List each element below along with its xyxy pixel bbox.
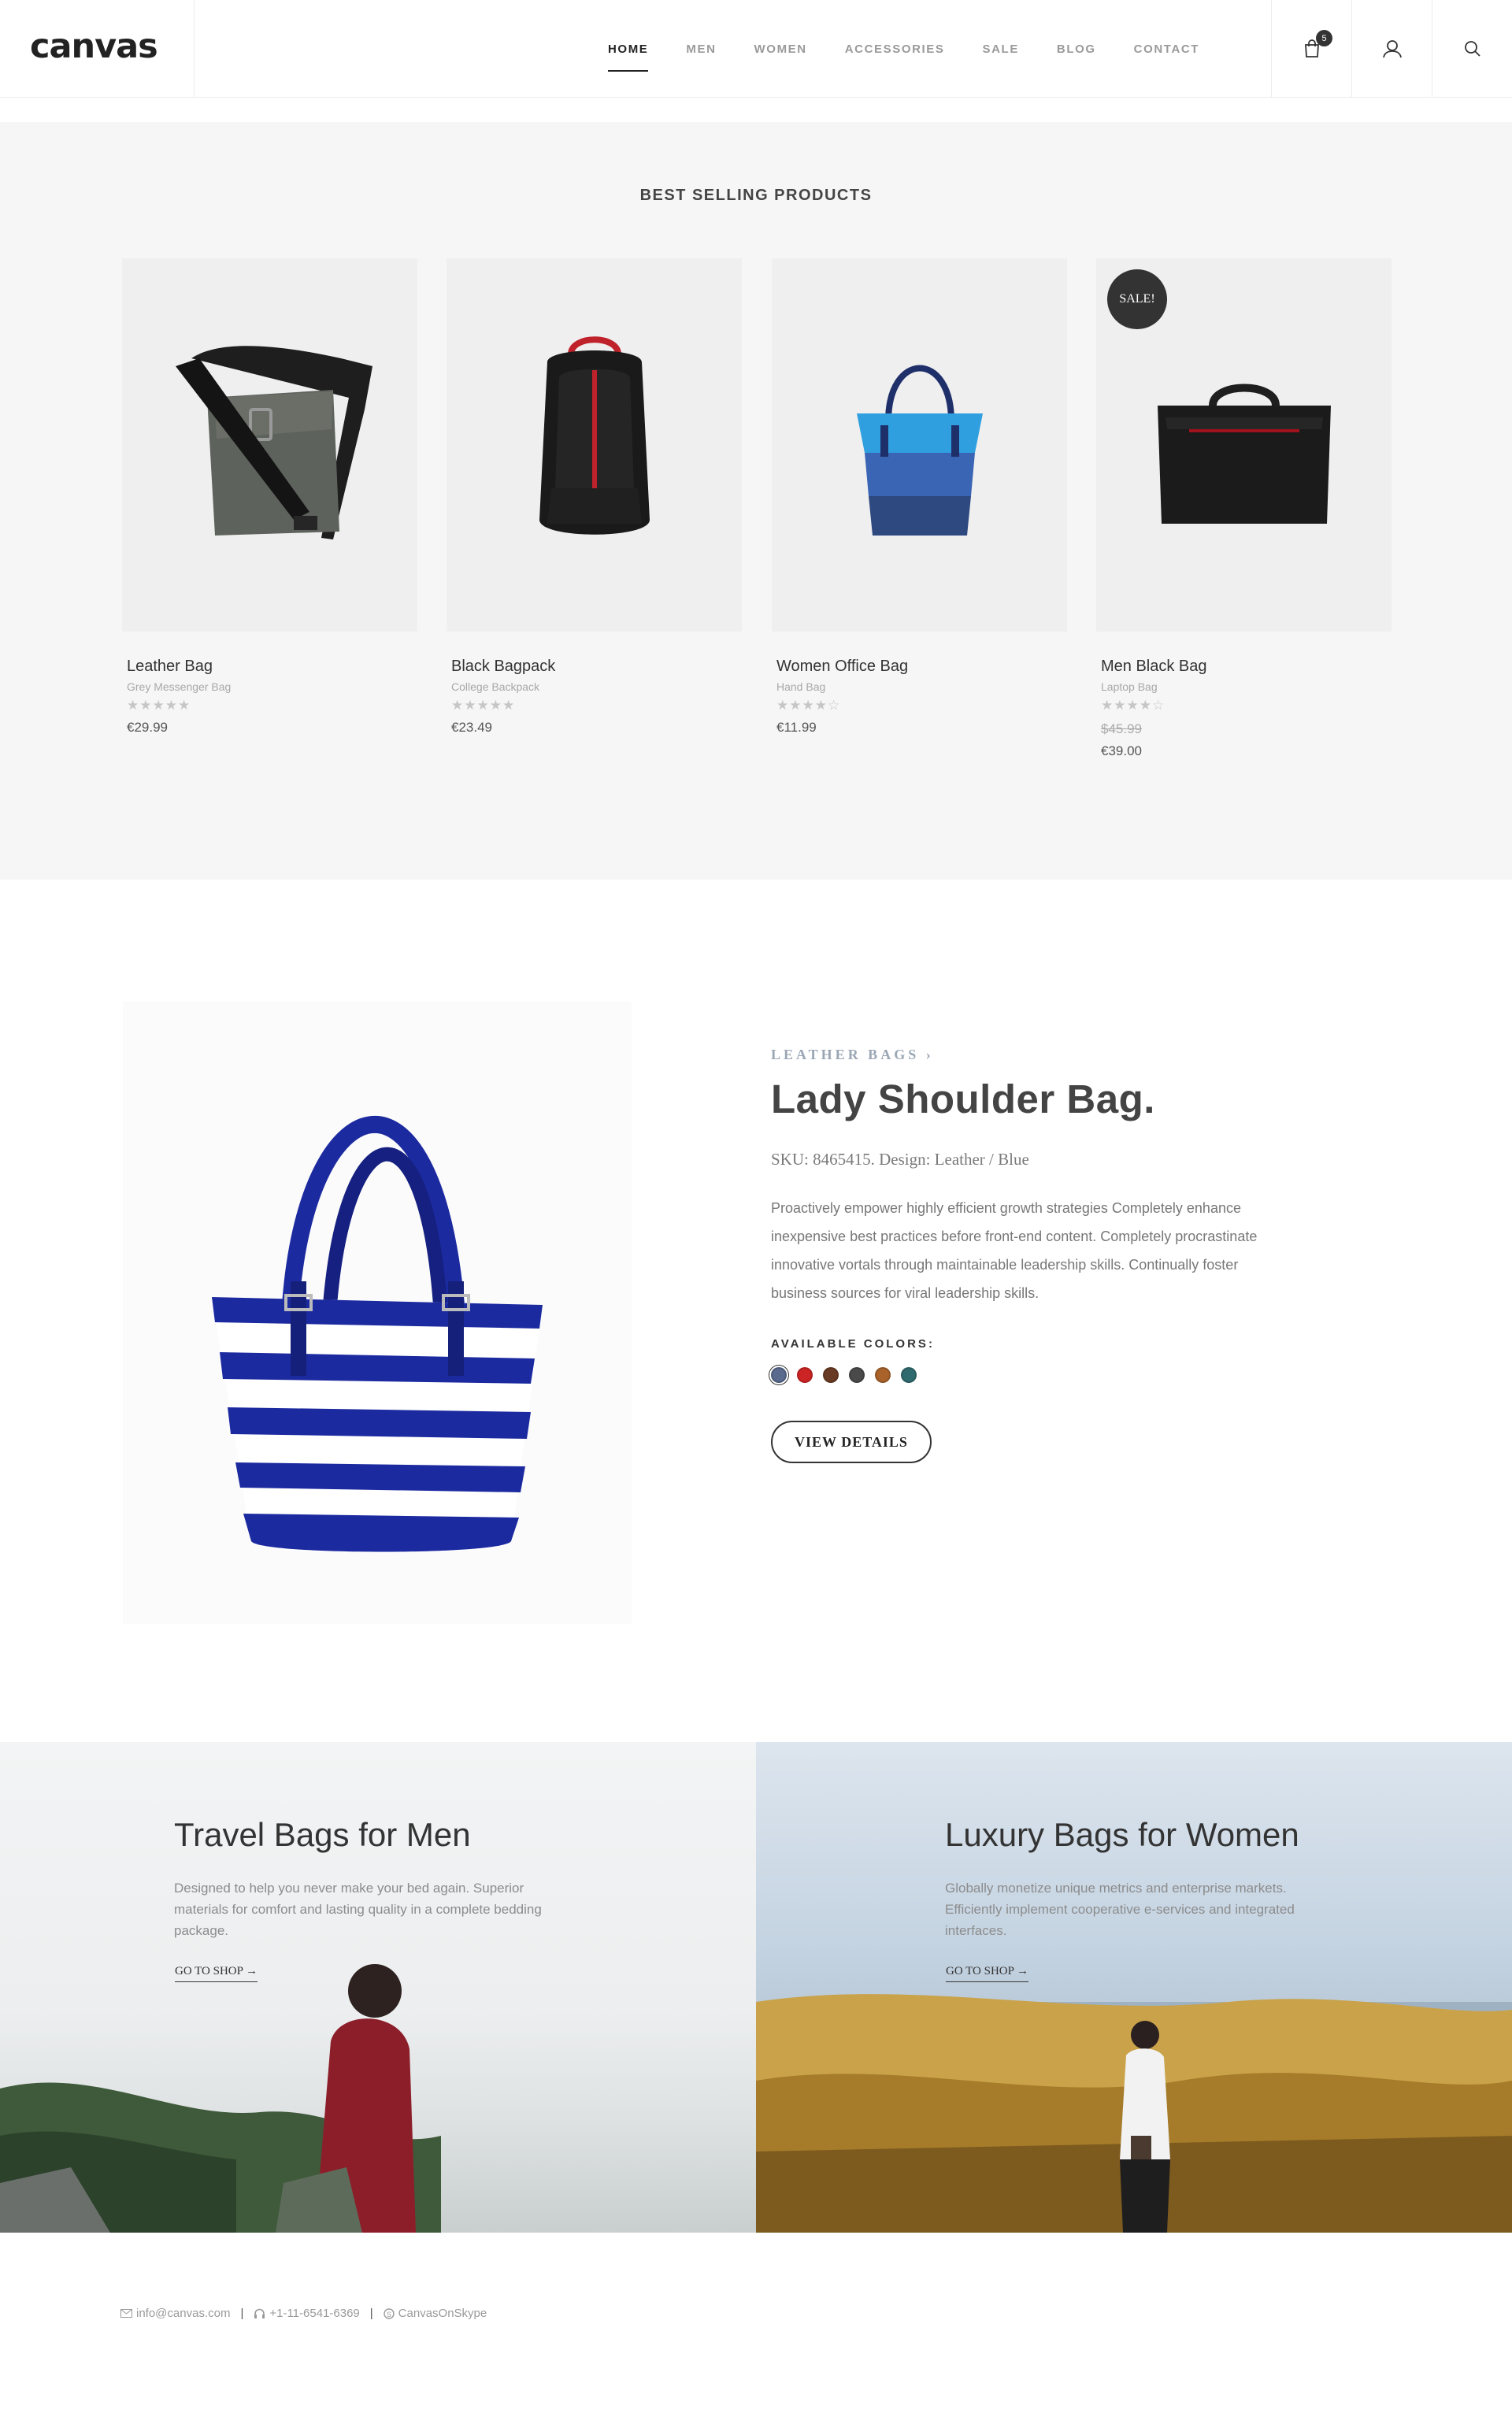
product-title: Lady Shoulder Bag.	[771, 1077, 1155, 1121]
product-subtitle: Hand Bag	[776, 680, 826, 693]
logo[interactable]: canvas	[30, 27, 158, 66]
product-description: Proactively empower highly efficient gro…	[771, 1200, 1258, 1301]
backpack-image	[539, 336, 650, 535]
search-button[interactable]	[1432, 0, 1512, 98]
product-price: €29.99	[127, 720, 168, 735]
product-price: €23.49	[451, 720, 492, 735]
footer-email[interactable]: info@canvas.com	[120, 2307, 230, 2320]
product-price: €11.99	[776, 720, 817, 735]
site-header: canvas HOME MEN WOMEN ACCESSORIES SALE B…	[0, 0, 1512, 98]
promo-title: Luxury Bags for Women	[945, 1816, 1299, 1853]
color-swatch[interactable]	[797, 1367, 813, 1383]
go-to-shop-link[interactable]: GO TO SHOP →	[175, 1965, 258, 1982]
product-old-price: $45.99	[1101, 721, 1142, 736]
featured-product-image[interactable]	[123, 1002, 632, 1624]
email-text: info@canvas.com	[136, 2307, 231, 2320]
nav-home[interactable]: HOME	[608, 43, 649, 72]
product-image[interactable]	[122, 258, 417, 632]
product-image[interactable]	[447, 258, 742, 632]
sale-badge: SALE!	[1107, 269, 1167, 329]
separator: |	[240, 2307, 244, 2320]
product-card: Leather Bag Grey Messenger Bag ★★★★★ €29…	[122, 258, 417, 736]
product-name[interactable]: Women Office Bag	[772, 658, 1067, 676]
phone-text: +1-11-6541-6369	[269, 2307, 360, 2320]
mail-icon	[120, 2309, 132, 2318]
nav-accessories[interactable]: ACCESSORIES	[845, 43, 945, 56]
divider	[194, 0, 195, 98]
messenger-bag-image	[175, 346, 372, 539]
product-sku: SKU: 8465415. Design: Leather / Blue	[771, 1150, 1029, 1169]
laptop-bag-image	[1157, 384, 1331, 524]
product-name[interactable]: Leather Bag	[122, 658, 417, 676]
color-swatches	[771, 1367, 927, 1383]
color-swatch[interactable]	[771, 1367, 787, 1383]
product-subtitle: College Backpack	[451, 680, 540, 693]
rating-stars: ★★★★☆	[1101, 698, 1166, 713]
skype-text: CanvasOnSkype	[398, 2307, 487, 2320]
svg-text:S: S	[387, 2311, 391, 2318]
promo-banner-women: Luxury Bags for Women Globally monetize …	[756, 1742, 1512, 2233]
rating-stars: ★★★★★	[127, 698, 191, 713]
footer-contacts: info@canvas.com | +1-11-6541-6369 | S Ca…	[120, 2307, 487, 2320]
product-subtitle: Grey Messenger Bag	[127, 680, 232, 693]
header-actions: 5	[1271, 0, 1512, 98]
product-price: €39.00	[1101, 743, 1142, 758]
product-name[interactable]: Black Bagpack	[447, 658, 742, 676]
product-subtitle: Laptop Bag	[1101, 680, 1158, 693]
rating-stars: ★★★★★	[451, 698, 516, 713]
skype-icon: S	[383, 2307, 395, 2319]
section-title: BEST SELLING PRODUCTS	[639, 187, 873, 204]
nav-women[interactable]: WOMEN	[754, 43, 807, 56]
user-icon	[1382, 40, 1402, 58]
best-selling-section: BEST SELLING PRODUCTS Leather Bag Grey M…	[0, 122, 1512, 880]
tote-bag-image	[856, 365, 983, 536]
main-nav: HOME MEN WOMEN ACCESSORIES SALE BLOG CON…	[608, 0, 1237, 98]
promo-description: Designed to help you never make your bed…	[174, 1881, 542, 1938]
product-name[interactable]: Men Black Bag	[1096, 658, 1392, 676]
color-swatch[interactable]	[849, 1367, 865, 1383]
nav-men[interactable]: MEN	[686, 43, 716, 56]
promo-description: Globally monetize unique metrics and ent…	[945, 1881, 1295, 1938]
color-swatch[interactable]	[901, 1367, 917, 1383]
breadcrumb-category[interactable]: LEATHER BAGS ›	[771, 1047, 934, 1063]
color-swatch[interactable]	[875, 1367, 891, 1383]
product-card: Black Bagpack College Backpack ★★★★★ €23…	[447, 258, 742, 736]
view-details-button[interactable]: VIEW DETAILS	[771, 1421, 932, 1463]
colors-label: AVAILABLE COLORS:	[771, 1337, 935, 1351]
promo-banner-men: Travel Bags for Men Designed to help you…	[0, 1742, 756, 2233]
footer-phone[interactable]: +1-11-6541-6369	[254, 2307, 360, 2320]
product-image[interactable]: SALE!	[1096, 258, 1392, 632]
account-button[interactable]	[1351, 0, 1432, 98]
headset-icon	[254, 2308, 265, 2318]
cart-button[interactable]: 5	[1271, 0, 1351, 98]
rating-stars: ★★★★☆	[776, 698, 841, 713]
go-to-shop-link[interactable]: GO TO SHOP →	[946, 1965, 1029, 1982]
search-icon	[1464, 41, 1480, 57]
color-swatch[interactable]	[823, 1367, 839, 1383]
nav-contact[interactable]: CONTACT	[1134, 43, 1199, 56]
separator: |	[369, 2307, 373, 2320]
product-card: SALE! Men Black Bag Laptop Bag ★★★★☆ $45…	[1096, 258, 1392, 759]
promo-title: Travel Bags for Men	[174, 1816, 471, 1853]
nav-blog[interactable]: BLOG	[1057, 43, 1096, 56]
nav-sale[interactable]: SALE	[983, 43, 1019, 56]
striped-shoulder-bag-image	[212, 1116, 543, 1553]
cart-count-badge: 5	[1316, 30, 1332, 46]
product-image[interactable]	[772, 258, 1067, 632]
product-card: Women Office Bag Hand Bag ★★★★☆ €11.99	[772, 258, 1067, 736]
footer-skype[interactable]: S CanvasOnSkype	[383, 2307, 487, 2320]
